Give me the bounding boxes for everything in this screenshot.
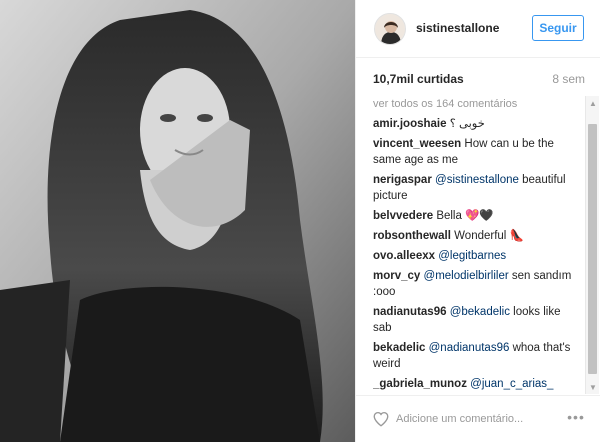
comment-username[interactable]: nadianutas96 xyxy=(373,306,447,318)
avatar-image xyxy=(375,14,405,44)
post-details-panel: sistinestallone Seguir 10,7mil curtidas … xyxy=(355,0,600,442)
post-photo[interactable] xyxy=(0,0,355,442)
scroll-thumb[interactable] xyxy=(588,124,597,374)
comment-username[interactable]: belvvedere xyxy=(373,210,433,222)
comment-item: ovo.alleexx @legitbarnes xyxy=(373,248,576,264)
comment-username[interactable]: ovo.alleexx xyxy=(373,250,435,262)
post-age[interactable]: 8 sem xyxy=(552,72,585,86)
comment-username[interactable]: bekadelic xyxy=(373,342,425,354)
comment-mention[interactable]: @juan_c_arias_ xyxy=(470,378,553,390)
comment-container: amir.jooshaie خوبی ؟ vincent_weesen How c… xyxy=(373,116,576,390)
comment-username[interactable]: vincent_weesen xyxy=(373,138,461,150)
comment-text: Bella 💖🖤 xyxy=(436,210,494,222)
avatar[interactable] xyxy=(374,13,406,45)
portrait-illustration xyxy=(0,0,355,442)
comments-list: ver todos os 164 comentários amir.joosha… xyxy=(373,98,576,390)
view-all-comments-link[interactable]: ver todos os 164 comentários xyxy=(373,98,576,112)
comment-mention[interactable]: @bekadelic xyxy=(450,306,510,318)
comment-mention[interactable]: @legitbarnes xyxy=(438,250,506,262)
comment-mention[interactable]: @sistinestallone xyxy=(435,174,519,186)
comments-scrollbar[interactable]: ▲ ▼ xyxy=(585,96,599,394)
comment-item: amir.jooshaie خوبی ؟ xyxy=(373,116,576,132)
post-author-username[interactable]: sistinestallone xyxy=(416,21,499,35)
comment-item: robsonthewall Wonderful 👠 xyxy=(373,228,576,244)
comment-text: Wonderful 👠 xyxy=(454,230,524,242)
comment-username[interactable]: amir.jooshaie xyxy=(373,118,447,130)
comment-mention[interactable]: @nadianutas96 xyxy=(429,342,510,354)
heart-icon[interactable] xyxy=(372,410,390,428)
comment-mention[interactable]: @melodielbirliler xyxy=(424,270,509,282)
comment-footer: ••• xyxy=(356,395,600,442)
comment-username[interactable]: nerigaspar xyxy=(373,174,432,186)
comment-username[interactable]: _gabriela_munoz xyxy=(373,378,467,390)
post-header: sistinestallone Seguir xyxy=(356,0,600,58)
comment-username[interactable]: robsonthewall xyxy=(373,230,451,242)
comment-username[interactable]: morv_cy xyxy=(373,270,420,282)
comment-item: belvvedere Bella 💖🖤 xyxy=(373,208,576,224)
comment-item: bekadelic @nadianutas96 whoa that's weir… xyxy=(373,340,576,372)
post-stats: 10,7mil curtidas 8 sem xyxy=(373,72,585,86)
add-comment-input[interactable] xyxy=(396,411,556,427)
comment-item: morv_cy @melodielbirliler sen sandım :oo… xyxy=(373,268,576,300)
more-options-icon[interactable]: ••• xyxy=(564,409,588,425)
comment-item: vincent_weesen How can u be the same age… xyxy=(373,136,576,168)
scroll-up-arrow-icon[interactable]: ▲ xyxy=(586,96,600,110)
comment-item: nerigaspar @sistinestallone beautiful pi… xyxy=(373,172,576,204)
follow-button[interactable]: Seguir xyxy=(532,15,584,41)
scroll-down-arrow-icon[interactable]: ▼ xyxy=(586,380,600,394)
comment-text: خوبی ؟ xyxy=(449,118,485,130)
comment-item: nadianutas96 @bekadelic looks like sab xyxy=(373,304,576,336)
comment-item: _gabriela_munoz @juan_c_arias_ xyxy=(373,376,576,390)
likes-count[interactable]: 10,7mil curtidas xyxy=(373,72,464,86)
